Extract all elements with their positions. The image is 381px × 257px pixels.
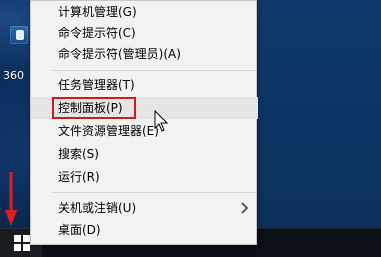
menu-item-desktop[interactable]: 桌面(D) (31, 219, 258, 241)
menu-item-label: 计算机管理(G) (58, 5, 137, 19)
desktop-shortcut[interactable] (6, 26, 28, 60)
menu-separator (53, 70, 256, 71)
mouse-pointer-icon (154, 110, 168, 132)
menu-item-label: 关机或注销(U) (58, 201, 137, 215)
menu-item-label: 桌面(D) (58, 223, 101, 237)
menu-item-run[interactable]: 运行(R) (31, 166, 258, 188)
menu-item-label: 命令提示符(C) (58, 26, 136, 40)
winx-context-menu: 计算机管理(G) 命令提示符(C) 命令提示符(管理员)(A) 任务管理器(T)… (30, 0, 258, 245)
menu-item-label: 命令提示符(管理员)(A) (58, 47, 181, 61)
windows-logo-icon (14, 235, 30, 251)
menu-item-computer-management[interactable]: 计算机管理(G) (31, 1, 258, 23)
desktop-shortcut-label: 360 (3, 69, 24, 82)
menu-item-label: 文件资源管理器(E) (58, 124, 159, 138)
chevron-right-icon (241, 202, 249, 214)
menu-item-command-prompt-admin[interactable]: 命令提示符(管理员)(A) (31, 43, 258, 65)
desktop-right-area (253, 0, 381, 257)
menu-item-label: 搜索(S) (58, 147, 99, 161)
menu-item-label: 任务管理器(T) (58, 78, 135, 92)
menu-item-file-explorer[interactable]: 文件资源管理器(E) (31, 120, 258, 142)
menu-item-label: 运行(R) (58, 170, 100, 184)
menu-item-shutdown-signout[interactable]: 关机或注销(U) (31, 197, 258, 219)
red-arrow-annotation (5, 172, 17, 226)
menu-item-command-prompt[interactable]: 命令提示符(C) (31, 22, 258, 44)
app-shortcut-icon (10, 26, 28, 44)
control-panel-highlight-box (52, 97, 136, 119)
menu-item-task-manager[interactable]: 任务管理器(T) (31, 74, 258, 96)
menu-item-search[interactable]: 搜索(S) (31, 143, 258, 165)
menu-separator (53, 192, 256, 193)
